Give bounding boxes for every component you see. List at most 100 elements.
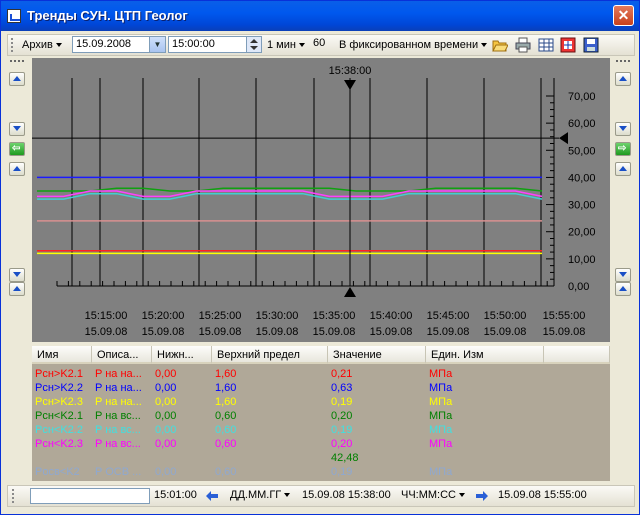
table-cell-high: 0,60: [215, 410, 237, 422]
table-cell-unit: МПа: [429, 466, 453, 478]
print-icon[interactable]: [515, 37, 531, 53]
y-tick-label: 50,00: [568, 145, 596, 157]
open-folder-icon[interactable]: [492, 37, 508, 53]
table-cell-value: 0,19: [331, 466, 353, 478]
table-cell-value: 0,63: [331, 382, 353, 394]
column-header[interactable]: Верхний предел: [212, 346, 328, 364]
calendar-dropdown-icon[interactable]: ▼: [149, 37, 165, 52]
column-header[interactable]: Описа...: [92, 346, 152, 364]
trend-app-icon: [7, 9, 21, 23]
x-tick-label-time: 15:20:00: [142, 310, 185, 322]
column-header-filler: [544, 346, 610, 364]
date-picker[interactable]: 15.09.2008 ▼: [72, 36, 166, 53]
time-scroll-box[interactable]: [30, 488, 150, 504]
time-format-dropdown[interactable]: ЧЧ:ММ:СС: [401, 489, 465, 501]
x-tick-label-time: 15:55:00: [543, 310, 586, 322]
date-format-dropdown[interactable]: ДД.ММ.ГГ: [230, 489, 291, 501]
table-cell-low: 0,00: [155, 368, 177, 380]
save-icon[interactable]: [583, 37, 599, 53]
left-scale-down-button-2[interactable]: [9, 268, 25, 282]
table-cell-high: 1,60: [215, 396, 237, 408]
close-button[interactable]: ✕: [613, 5, 634, 26]
x-tick-label-date: 15.09.08: [85, 326, 128, 338]
column-header[interactable]: Нижн...: [152, 346, 212, 364]
left-panel-grip[interactable]: [10, 60, 24, 65]
table-cell-low: 0,00: [155, 466, 177, 478]
window-title: Тренды СУН. ЦТП Геолог: [27, 8, 188, 23]
right-scale-down-button-2[interactable]: [615, 268, 631, 282]
left-shift-button[interactable]: ⇦: [9, 142, 25, 156]
table-row[interactable]: Pcн<K2.1 P на вс... 0,00 0,60 0,20 МПа: [32, 410, 610, 424]
x-tick-label-date: 15.09.08: [142, 326, 185, 338]
left-scale-down-button[interactable]: [9, 122, 25, 136]
table-cell-desc: P OCB ...: [95, 466, 142, 478]
table-row[interactable]: Pcн>K2.3 P на на... 0,00 1,60 0,19 МПа: [32, 396, 610, 410]
table-icon[interactable]: [538, 37, 554, 53]
tag-table: Имя Описа... Нижн... Верхний предел Значение…: [32, 346, 610, 481]
column-header[interactable]: Един. Изм: [426, 346, 544, 364]
chevron-down-icon: [619, 126, 627, 131]
y-tick-label: 30,00: [568, 200, 596, 212]
table-cell-low: 0,00: [155, 410, 177, 422]
x-tick-label-date: 15.09.08: [543, 326, 586, 338]
reference-marker-icon: [559, 132, 568, 145]
chevron-up-icon: [13, 286, 21, 291]
interval-dropdown[interactable]: 1 мин: [267, 37, 305, 53]
mode-dropdown[interactable]: Архив: [22, 37, 62, 53]
toolbar-grip[interactable]: [11, 38, 16, 52]
y-tick-label: 70,00: [568, 91, 596, 103]
time-range-bar: 15:01:00 ДД.ММ.ГГ 15.09.08 15:38:00 ЧЧ:М…: [7, 485, 635, 507]
x-tick-label-time: 15:50:00: [484, 310, 527, 322]
table-cell-unit: МПа: [429, 438, 453, 450]
column-header[interactable]: Имя: [32, 346, 92, 364]
table-row[interactable]: Pcн<K2.3 P на вс... 0,00 0,60 0,20 МПа: [32, 438, 610, 452]
trend-chart-svg[interactable]: 0,00 10,00 20,00 30,00 40,00 50,00 60,00 70,00 1…: [32, 58, 610, 342]
points-input[interactable]: 60: [310, 36, 334, 53]
time-mode-dropdown[interactable]: В фиксированном времени: [339, 37, 488, 53]
time-input[interactable]: 15:00:00: [168, 36, 262, 53]
left-scale-up-button-3[interactable]: [9, 282, 25, 296]
y-tick-label: 10,00: [568, 254, 596, 266]
table-cell-name: Pcн<K2.1: [35, 410, 83, 422]
export-grid-icon[interactable]: [560, 37, 576, 53]
right-panel-grip[interactable]: [616, 60, 630, 65]
table-row[interactable]: Pcн>K2.1 P на на... 0,00 1,60 0,21 МПа: [32, 368, 610, 382]
right-scale-down-button[interactable]: [615, 122, 631, 136]
table-cell-desc: P на вс...: [95, 424, 141, 436]
trend-chart[interactable]: 0,00 10,00 20,00 30,00 40,00 50,00 60,00 70,00 1…: [32, 58, 610, 342]
arrow-right-icon: ⇨: [618, 143, 627, 154]
arrow-left-icon[interactable]: [206, 491, 218, 501]
start-time-label: 15:01:00: [154, 489, 197, 501]
column-header[interactable]: Значение: [328, 346, 426, 364]
table-row[interactable]: Pocв<K2 P OCB ... 0,00 0,60 0,19 МПа: [32, 466, 610, 480]
table-cell-desc: P на на...: [95, 396, 142, 408]
chevron-down-icon: [619, 272, 627, 277]
table-row[interactable]: 42,48: [32, 452, 610, 466]
right-shift-button[interactable]: ⇨: [615, 142, 631, 156]
right-scale-up-button[interactable]: [615, 72, 631, 86]
cursor-bottom-marker-icon: [344, 287, 356, 297]
table-cell-high: 1,60: [215, 368, 237, 380]
table-cell-unit: МПа: [429, 382, 453, 394]
time-spinner-icon[interactable]: [246, 37, 261, 52]
table-cell-low: 0,00: [155, 424, 177, 436]
table-row[interactable]: Pcн<K2.2 P на вс... 0,00 0,60 0,19 МПа: [32, 424, 610, 438]
chevron-up-icon: [619, 286, 627, 291]
arrow-right-icon[interactable]: [476, 491, 488, 501]
right-scale-up-button-2[interactable]: [615, 162, 631, 176]
left-scale-up-button[interactable]: [9, 72, 25, 86]
table-cell-value: 0,21: [331, 368, 353, 380]
title-bar[interactable]: Тренды СУН. ЦТП Геолог ✕: [1, 1, 639, 31]
right-scale-up-button-3[interactable]: [615, 282, 631, 296]
y-tick-label: 40,00: [568, 172, 596, 184]
table-cell-desc: P на на...: [95, 382, 142, 394]
table-cell-desc: P на вс...: [95, 410, 141, 422]
left-scale-up-button-2[interactable]: [9, 162, 25, 176]
table-cell-name: Pcн>K2.3: [35, 396, 83, 408]
date-value: 15.09.2008: [76, 38, 132, 50]
right-scale-panel: ⇨: [613, 58, 635, 298]
y-tick-label: 20,00: [568, 227, 596, 239]
table-row[interactable]: Pcн>K2.2 P на на... 0,00 1,60 0,63 МПа: [32, 382, 610, 396]
table-cell-high: 0,60: [215, 424, 237, 436]
statusbar-grip[interactable]: [12, 489, 17, 503]
